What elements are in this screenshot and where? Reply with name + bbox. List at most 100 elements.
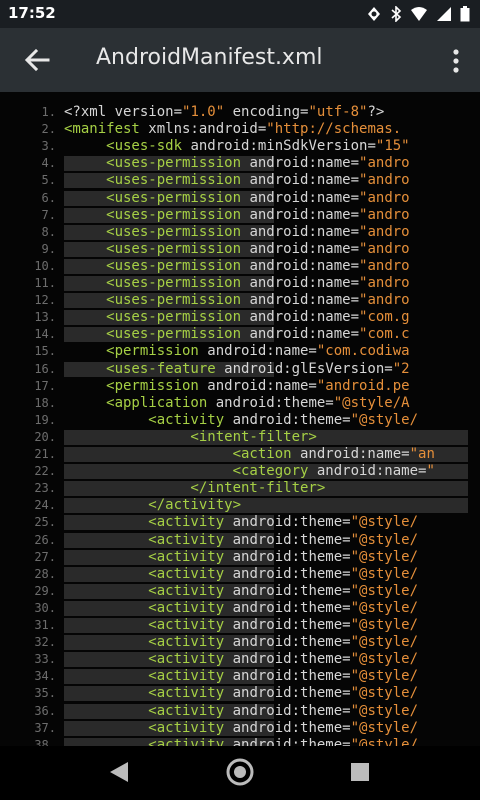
line-number: 28. — [34, 566, 56, 581]
code-line: 26. <activity android:theme="@style/ — [0, 532, 480, 549]
square-recents-icon[interactable] — [350, 762, 370, 786]
code-token: "andro — [359, 206, 410, 223]
code-text: <activity android:theme="@style/ — [64, 566, 418, 583]
code-line: 6. <uses-permission android:name="andro — [0, 190, 480, 207]
code-line: 1. <?xml version="1.0" encoding="utf-8"?> — [0, 104, 480, 121]
code-line: 10. <uses-permission android:name="andro — [0, 258, 480, 275]
code-line: 28. <activity android:theme="@style/ — [0, 566, 480, 583]
code-text: <uses-permission android:name="andro — [64, 224, 409, 241]
code-token: android:theme= — [224, 548, 351, 565]
code-token: "@style/ — [350, 531, 419, 548]
code-text: <activity android:theme="@style/ — [64, 600, 418, 617]
code-token: "2 — [392, 360, 410, 377]
code-token: "com.c — [359, 326, 410, 343]
code-text: <activity android:theme="@style/ — [64, 514, 418, 531]
code-token: "andro — [359, 189, 410, 206]
notification-icon — [366, 6, 382, 26]
more-vert-icon[interactable] — [452, 48, 460, 74]
line-number: 9. — [41, 241, 56, 256]
line-number: 25. — [34, 515, 56, 530]
code-token: android:theme= — [224, 702, 351, 719]
code-line: 14. <uses-permission android:name="com.c — [0, 326, 480, 343]
code-token: "@style/A — [333, 394, 410, 411]
code-token: <manifest — [64, 121, 140, 138]
code-token: android:theme= — [224, 514, 351, 531]
code-token: "@style/ — [350, 685, 419, 702]
code-token: android:theme= — [224, 719, 351, 736]
line-number: 32. — [34, 635, 56, 650]
code-line: 37. <activity android:theme="@style/ — [0, 720, 480, 737]
code-line: 29. <activity android:theme="@style/ — [0, 583, 480, 600]
code-token: "@style/ — [350, 548, 419, 565]
triangle-back-icon[interactable] — [108, 760, 130, 788]
code-text: <uses-permission android:name="andro — [64, 189, 410, 207]
code-text: <permission android:name="android.pe — [64, 378, 409, 395]
code-text: <activity android:theme="@style/ — [64, 737, 418, 746]
code-token: android:theme= — [224, 668, 351, 685]
line-number: 14. — [34, 327, 56, 342]
code-token: <?xml version= — [64, 104, 183, 120]
code-line: 30. <activity android:theme="@style/ — [0, 600, 480, 617]
code-text: <activity android:theme="@style/ — [64, 634, 418, 651]
line-number: 3. — [41, 139, 56, 154]
line-number: 22. — [34, 464, 56, 479]
line-number: 17. — [34, 378, 56, 393]
code-token: "@style/ — [350, 719, 419, 736]
code-token: <activity — [64, 582, 225, 599]
code-editor[interactable]: 1. <?xml version="1.0" encoding="utf-8"?>… — [0, 92, 480, 746]
circle-home-icon[interactable] — [226, 758, 254, 790]
code-line: 15. <permission android:name="com.codiwa — [0, 343, 480, 360]
code-text: <uses-permission android:name="andro — [64, 292, 409, 309]
code-token: android:theme= — [224, 411, 351, 428]
code-token: <uses-permission — [64, 292, 242, 309]
code-line: 3. <uses-sdk android:minSdkVersion="15" — [0, 138, 480, 155]
line-number: 16. — [34, 361, 56, 376]
code-token: <activity — [64, 634, 225, 651]
code-token: <permission — [64, 343, 199, 360]
code-token: android:name= — [241, 155, 360, 172]
line-number: 19. — [34, 412, 56, 427]
code-line: 33. <activity android:theme="@style/ — [0, 651, 480, 668]
code-token: <uses-permission — [64, 326, 242, 343]
line-number: 33. — [34, 652, 56, 667]
code-text: <manifest xmlns:android="http://schemas. — [64, 121, 401, 138]
code-text: <activity android:theme="@style/ — [64, 583, 418, 600]
navigation-bar — [0, 746, 480, 800]
code-token: "com.codiwa — [316, 343, 410, 360]
code-token: <uses-permission — [64, 257, 242, 274]
code-token: "@style/ — [350, 514, 419, 531]
code-token: "utf-8" — [308, 104, 368, 120]
code-token: <uses-feature — [64, 360, 216, 377]
code-token: android:name= — [241, 172, 360, 189]
code-token: <activity — [64, 514, 225, 531]
code-text: <uses-permission android:name="andro — [64, 172, 409, 189]
code-token: "@style/ — [350, 634, 419, 651]
code-token: <uses-sdk — [64, 138, 183, 155]
code-line: 8. <uses-permission android:name="andro — [0, 224, 480, 241]
line-number: 26. — [34, 532, 56, 547]
battery-icon — [460, 6, 470, 26]
code-token: android:name= — [308, 463, 427, 480]
code-text: <uses-feature android:glEsVersion="2 — [64, 360, 410, 378]
code-line: 35. <activity android:theme="@style/ — [0, 685, 480, 702]
line-number: 8. — [41, 224, 56, 239]
code-text: <permission android:name="com.codiwa — [64, 343, 410, 360]
code-text: <activity android:theme="@style/ — [64, 685, 418, 702]
code-token: <activity — [64, 668, 225, 685]
code-token: <uses-permission — [64, 172, 242, 189]
arrow-left-icon[interactable] — [22, 46, 52, 74]
code-token: android:name= — [241, 240, 360, 257]
code-token: <category — [64, 463, 309, 480]
code-text: <activity android:theme="@style/ — [64, 412, 418, 429]
status-bar: 17:52 — [0, 0, 480, 28]
code-token: "http://schemas. — [266, 121, 402, 138]
code-text: <intent-filter> — [64, 429, 316, 446]
code-token: encoding= — [224, 104, 309, 120]
code-token: android:theme= — [224, 634, 351, 651]
code-text: <uses-permission android:name="andro — [64, 240, 409, 258]
code-token: "andro — [359, 257, 410, 274]
code-token: android:name= — [241, 292, 360, 309]
code-line: 17. <permission android:name="android.pe — [0, 378, 480, 395]
code-line: 2. <manifest xmlns:android="http://schema… — [0, 121, 480, 138]
code-token: android:theme= — [224, 599, 351, 616]
